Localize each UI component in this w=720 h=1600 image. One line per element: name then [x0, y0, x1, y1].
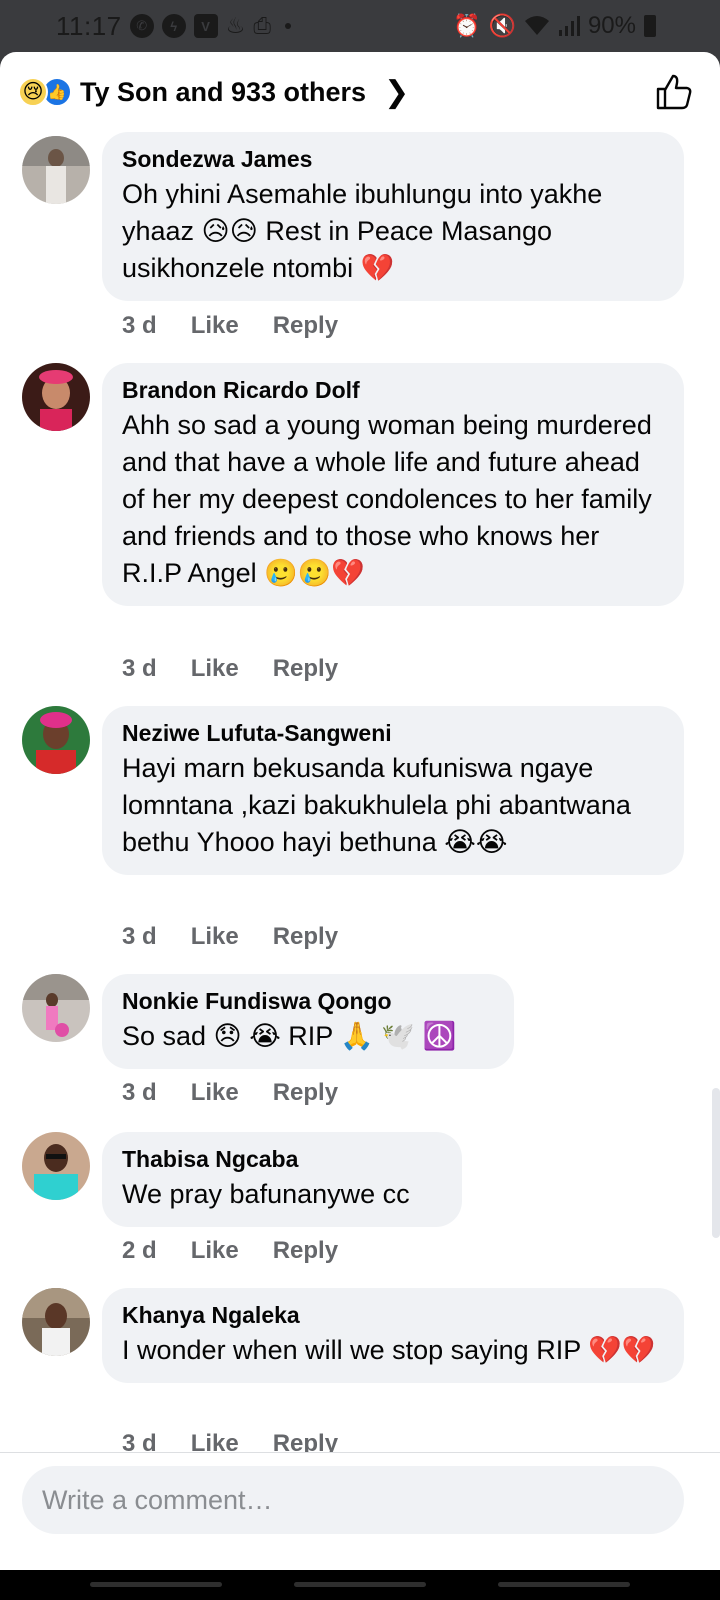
recents-button[interactable] — [90, 1582, 222, 1587]
comment-author[interactable]: Thabisa Ngcaba — [122, 1144, 442, 1174]
system-nav-bar — [0, 1570, 720, 1600]
comment-actions: 3 d Like Reply — [122, 312, 338, 340]
comment-composer — [0, 1452, 720, 1570]
whatsapp-icon: ✆ — [129, 14, 154, 38]
status-right: ⏰ 🔇 90% — [453, 12, 656, 40]
comment-author[interactable]: Brandon Ricardo Dolf — [122, 375, 664, 405]
comment-text: Hayi marn bekusanda kufuniswa ngaye lomn… — [122, 753, 631, 857]
comment-text: So sad 😞 😭 RIP 🙏 🕊️ ☮️ — [122, 1021, 457, 1051]
avatar[interactable] — [22, 706, 90, 774]
comment-actions: 3 d Like Reply — [122, 923, 338, 951]
comment-input[interactable] — [22, 1466, 684, 1534]
avatar[interactable] — [22, 1288, 90, 1356]
comment-actions: 3 d Like Reply — [122, 655, 338, 683]
signal-icon — [558, 16, 580, 36]
messenger-icon: ϟ — [161, 14, 186, 38]
avatar[interactable] — [22, 974, 90, 1042]
notification-icon: ♨ — [225, 13, 246, 38]
comment-text: Oh yhini Asemahle ibuhlungu into yakhe y… — [122, 179, 603, 283]
status-left: 11:17 ✆ ϟ V ♨ ⎙ — [56, 11, 291, 42]
comment-time[interactable]: 3 d — [122, 923, 157, 951]
back-button[interactable] — [498, 1582, 630, 1587]
more-notifications-dot — [284, 23, 291, 29]
battery-icon — [644, 15, 656, 37]
comment-author[interactable]: Nonkie Fundiswa Qongo — [122, 986, 494, 1016]
reply-link[interactable]: Reply — [273, 312, 338, 340]
comment-text: I wonder when will we stop saying RIP 💔💔 — [122, 1335, 656, 1365]
comment-time[interactable]: 3 d — [122, 1079, 157, 1107]
home-button[interactable] — [294, 1582, 426, 1587]
comment-text: We pray bafunanywe cc — [122, 1179, 410, 1209]
like-button-thumb-icon[interactable] — [654, 72, 694, 112]
comment-text: Ahh so sad a young woman being murdered … — [122, 410, 652, 588]
comments-sheet: 😢 👍 Ty Son and 933 others ❯ Sondezwa Jam… — [0, 52, 720, 1570]
reactions-header[interactable]: 😢 👍 Ty Son and 933 others ❯ — [0, 52, 720, 132]
comment-time[interactable]: 3 d — [122, 312, 157, 340]
avatar[interactable] — [22, 363, 90, 431]
comment-time[interactable]: 3 d — [122, 655, 157, 683]
reply-link[interactable]: Reply — [273, 655, 338, 683]
comment-actions: 3 d Like Reply — [122, 1079, 338, 1107]
status-bar: 11:17 ✆ ϟ V ♨ ⎙ ⏰ 🔇 90% — [0, 0, 720, 52]
scrollbar[interactable] — [712, 1088, 720, 1238]
like-link[interactable]: Like — [191, 1079, 239, 1107]
comment-author[interactable]: Neziwe Lufuta-Sangweni — [122, 718, 664, 748]
sad-reaction-icon: 😢 — [18, 77, 48, 107]
battery-percent: 90% — [587, 12, 636, 39]
comment-bubble[interactable]: Khanya Ngaleka I wonder when will we sto… — [102, 1288, 684, 1383]
like-link[interactable]: Like — [191, 1237, 239, 1265]
comment-bubble[interactable]: Sondezwa James Oh yhini Asemahle ibuhlun… — [102, 132, 684, 301]
avatar[interactable] — [22, 1132, 90, 1200]
comment-author[interactable]: Khanya Ngaleka — [122, 1300, 664, 1330]
chevron-right-icon: ❯ — [384, 75, 410, 109]
avatar[interactable] — [22, 136, 90, 204]
reply-link[interactable]: Reply — [273, 923, 338, 951]
mute-icon: 🔇 — [488, 13, 516, 38]
reply-link[interactable]: Reply — [273, 1237, 338, 1265]
comment-time[interactable]: 2 d — [122, 1237, 157, 1265]
comment-bubble[interactable]: Thabisa Ngcaba We pray bafunanywe cc — [102, 1132, 462, 1227]
wifi-icon — [524, 16, 549, 35]
like-link[interactable]: Like — [191, 655, 239, 683]
comment-bubble[interactable]: Neziwe Lufuta-Sangweni Hayi marn bekusan… — [102, 706, 684, 875]
alarm-icon: ⏰ — [453, 13, 481, 38]
status-time: 11:17 — [56, 10, 122, 41]
reactors-summary: Ty Son and 933 others — [80, 76, 367, 107]
download-icon: ⎙ — [253, 13, 271, 38]
like-link[interactable]: Like — [191, 312, 239, 340]
like-link[interactable]: Like — [191, 923, 239, 951]
comment-bubble[interactable]: Nonkie Fundiswa Qongo So sad 😞 😭 RIP 🙏 🕊… — [102, 974, 514, 1069]
reply-link[interactable]: Reply — [273, 1079, 338, 1107]
comment-author[interactable]: Sondezwa James — [122, 144, 664, 174]
comment-bubble[interactable]: Brandon Ricardo Dolf Ahh so sad a young … — [102, 363, 684, 606]
comment-actions: 2 d Like Reply — [122, 1237, 338, 1265]
vpn-icon: V — [193, 14, 218, 38]
